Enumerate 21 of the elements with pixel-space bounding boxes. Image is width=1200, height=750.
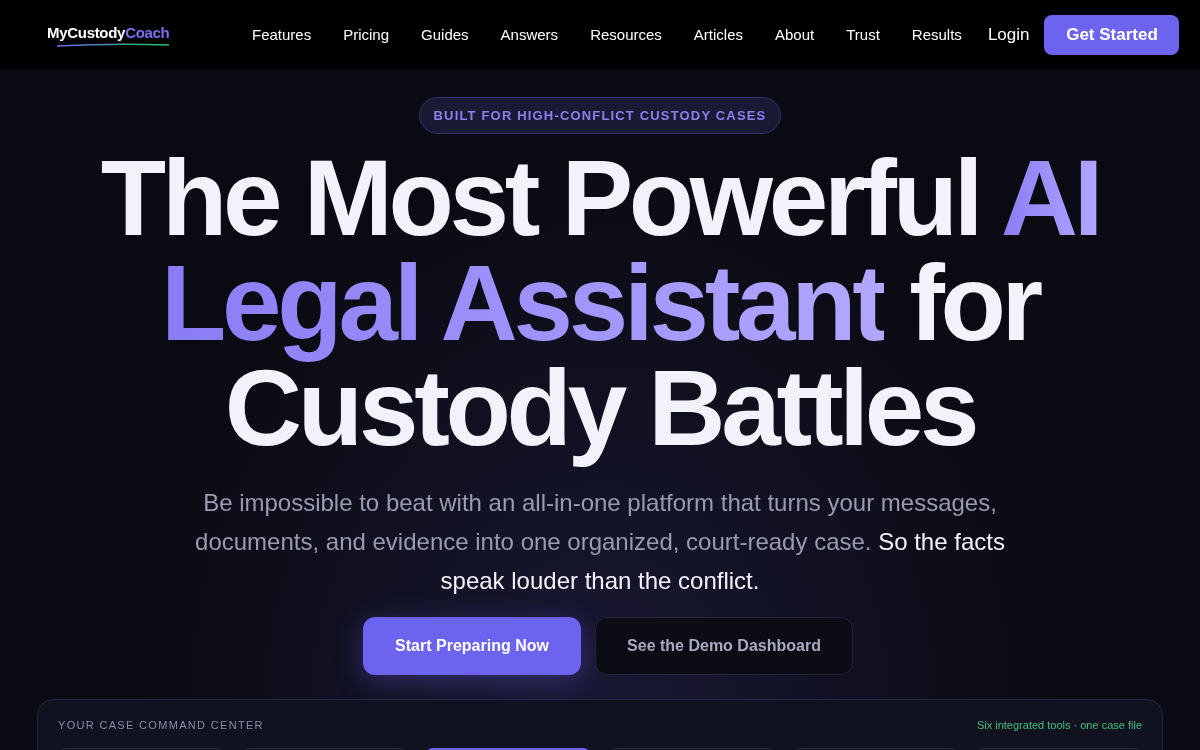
panel-title: YOUR CASE COMMAND CENTER [58, 718, 264, 733]
panel-tagline: Six integrated tools · one case file [976, 718, 1142, 733]
nav-link[interactable]: Pricing [343, 23, 390, 47]
logo[interactable]: MyCustodyCoach [47, 23, 170, 47]
hero-subtitle: Be impossible to beat with an all-in-one platform that turns your messages, documents, and evidence into one organized, court-ready case. So the facts speak louder than the conflict. [194, 488, 1006, 596]
nav-link[interactable]: Trust [846, 23, 880, 47]
start-preparing-button[interactable]: Start Preparing Now [363, 617, 581, 675]
nav-link[interactable]: Articles [693, 23, 743, 47]
login-link[interactable]: Login [987, 22, 1030, 48]
nav-link[interactable]: Answers [500, 23, 559, 47]
nav-link[interactable]: Results [911, 23, 962, 47]
demo-dashboard-button[interactable]: See the Demo Dashboard [595, 617, 853, 675]
hero-headline: The Most Powerful AI Legal Assistant for Custody Battles [100, 146, 1100, 470]
logo-wordmark: MyCustodyCoach [47, 23, 170, 42]
swoosh-icon [56, 42, 170, 47]
nav-link[interactable]: Features [252, 23, 312, 47]
nav-link[interactable]: About [775, 23, 815, 47]
nav-link[interactable]: Guides [421, 23, 469, 47]
get-started-button[interactable]: Get Started [1044, 15, 1180, 55]
hero-badge: BUILT FOR HIGH-CONFLICT CUSTODY CASES [418, 97, 782, 134]
nav-link[interactable]: Resources [590, 23, 662, 47]
